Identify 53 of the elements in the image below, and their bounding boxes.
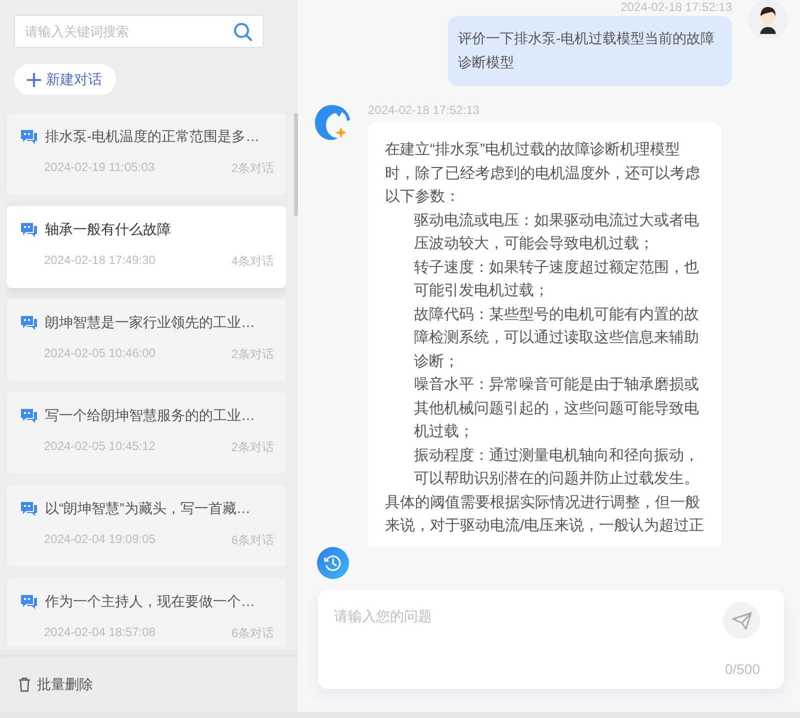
chat-icon [20, 501, 38, 517]
conversation-date: 2024-02-05 10:45:12 [44, 439, 156, 455]
conversation-title: 以“朗坤智慧”为藏头，写一首藏… [45, 500, 250, 518]
message-count: 4条对话 [231, 253, 274, 270]
user-message: 评价一下排水泵-电机过载模型当前的故障诊断模型 [448, 16, 732, 86]
history-icon[interactable] [317, 547, 349, 579]
message-count: 2条对话 [231, 160, 274, 177]
message-paragraph: 驱动电流或电压：如果驱动电流过大或者电压波动较大，可能会导致电机过载； [413, 210, 700, 254]
character-counter: 0/500 [724, 661, 760, 677]
chat-icon [20, 408, 38, 424]
conversation-date: 2024-02-18 17:49:30 [44, 253, 156, 269]
conversation-card[interactable]: 作为一个主持人，现在要做一个… 2024-02-04 18:57:08 6条对话 [7, 578, 286, 647]
conversation-title: 轴承一般有什么故障 [45, 221, 171, 239]
scrollbar-thumb[interactable] [294, 113, 298, 216]
conversation-card[interactable]: 轴承一般有什么故障 2024-02-18 17:49:30 4条对话 [7, 206, 286, 288]
chat-icon [20, 594, 38, 610]
conversation-title: 朗坤智慧是一家行业领先的工业… [45, 314, 255, 332]
message-paragraph: 故障代码：某些型号的电机可能有内置的故障检测系统，可以通过读取这些信息来辅助诊断； [413, 304, 700, 372]
paper-plane-icon [732, 612, 752, 630]
chat-icon [20, 315, 38, 331]
message-time: 2024-02-18 17:52:13 [620, 0, 732, 14]
batch-delete-button[interactable]: 批量删除 [18, 676, 93, 694]
search-box[interactable]: 请输入关键词搜索 [14, 15, 264, 48]
message-paragraph: 振动程度：通过测量电机轴向和径向振动，可以帮助识别潜在的问题并防止过载发生。 [413, 446, 700, 489]
conversation-card[interactable]: 排水泵-电机温度的正常范围是多… 2024-02-19 11:05:03 2条对话 [7, 113, 286, 195]
conversation-date: 2024-02-04 19:09:05 [44, 532, 156, 548]
chat-icon [20, 129, 38, 145]
search-field[interactable]: 请输入关键词搜索 [23, 23, 233, 40]
chat-icon [20, 222, 38, 238]
send-button[interactable] [723, 602, 760, 639]
conversation-title: 写一个给朗坤智慧服务的的工业… [45, 407, 255, 425]
message-count: 6条对话 [231, 532, 274, 549]
dolphin-icon [314, 103, 350, 143]
message-paragraph: 转子速度：如果转子速度超过额定范围，也可能引发电机过载； [413, 258, 700, 301]
message-count: 2条对话 [231, 439, 274, 456]
message-paragraph: 噪音水平：异常噪音可能是由于轴承磨损或其他机械问题引起的，这些问题可能导致电机过载； [413, 375, 700, 442]
message-count: 2条对话 [231, 346, 274, 363]
conversation-date: 2024-02-19 11:05:03 [44, 160, 155, 176]
message-paragraph: 在建立“排水泵”电机过载的故障诊断机理模型时，除了已经考虑到的电机温度外，还可以考虑以下参数： [385, 140, 701, 207]
conversation-card[interactable]: 写一个给朗坤智慧服务的的工业… 2024-02-05 10:45:12 2条对话 [7, 392, 286, 474]
new-chat-button[interactable]: 新建对话 [14, 64, 116, 95]
conversation-date: 2024-02-05 10:46:00 [44, 346, 156, 362]
message-time: 2024-02-18 17:52:13 [368, 103, 480, 117]
message-paragraph: 具体的阈值需要根据实际情况进行调整，但一般来说，对于驱动电流/电压来说，一般认为超过正 [385, 492, 705, 536]
trash-icon [18, 677, 31, 692]
conversation-title: 作为一个主持人，现在要做一个… [45, 593, 255, 611]
plus-icon [27, 72, 41, 86]
message-count: 6条对话 [231, 625, 274, 642]
search-icon[interactable] [233, 22, 253, 42]
conversation-date: 2024-02-04 18:57:08 [44, 625, 156, 641]
conversation-card[interactable]: 朗坤智慧是一家行业领先的工业… 2024-02-05 10:46:00 2条对话 [7, 299, 286, 381]
conversation-card[interactable]: 以“朗坤智慧”为藏头，写一首藏… 2024-02-04 19:09:05 6条对话 [7, 485, 286, 567]
conversation-title: 排水泵-电机温度的正常范围是多… [45, 128, 260, 146]
